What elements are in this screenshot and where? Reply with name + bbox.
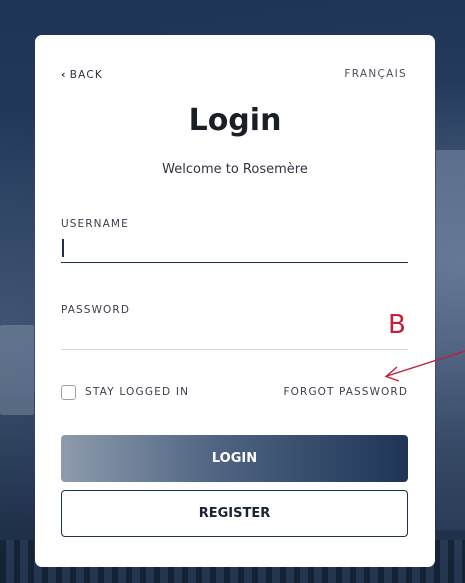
back-link[interactable]: ‹ BACK <box>61 68 103 81</box>
password-underline <box>61 349 408 350</box>
stay-logged-in-label: STAY LOGGED IN <box>85 386 190 398</box>
username-input[interactable] <box>61 237 408 261</box>
annotation-letter: B <box>388 310 406 340</box>
login-card: ‹ BACK FRANÇAIS Login Welcome to Rosemère… <box>35 35 435 567</box>
background-building <box>436 150 465 530</box>
welcome-text: Welcome to Rosemère <box>162 162 308 177</box>
password-label: PASSWORD <box>61 304 131 316</box>
register-button[interactable]: REGISTER <box>61 490 408 537</box>
language-toggle[interactable]: FRANÇAIS <box>344 68 407 80</box>
username-underline <box>61 262 408 263</box>
forgot-password-link[interactable]: FORGOT PASSWORD <box>284 386 408 398</box>
page-title: Login <box>188 103 282 138</box>
password-input[interactable] <box>61 323 408 347</box>
stay-logged-in-checkbox[interactable] <box>61 384 76 400</box>
back-label: BACK <box>69 69 103 81</box>
background-sign <box>0 325 34 415</box>
login-button[interactable]: LOGIN <box>61 435 408 482</box>
text-cursor <box>62 239 64 257</box>
stay-logged-in-option[interactable]: STAY LOGGED IN <box>61 384 189 400</box>
username-label: USERNAME <box>61 218 129 230</box>
chevron-left-icon: ‹ <box>61 68 67 81</box>
